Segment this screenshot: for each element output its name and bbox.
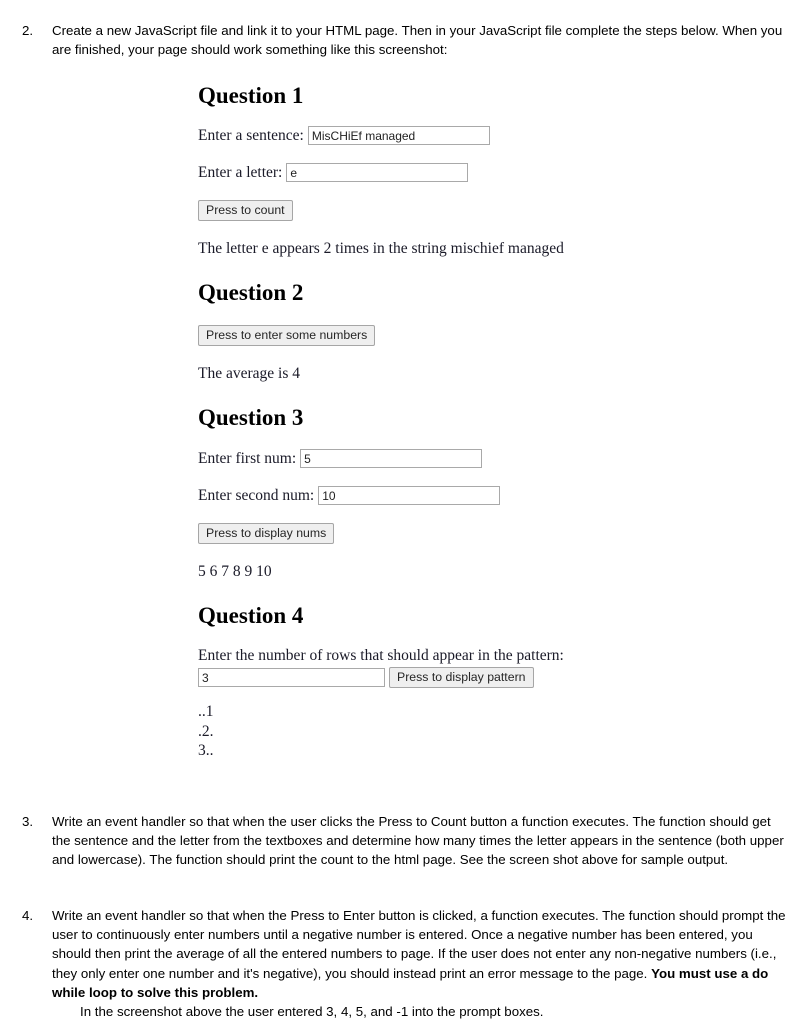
instruction-item-4: 4. Write an event handler so that when t… xyxy=(0,906,797,1021)
question-3-heading: Question 3 xyxy=(198,405,304,430)
sentence-input[interactable] xyxy=(307,126,490,145)
pattern-output: ..1 .2. 3.. xyxy=(198,704,618,759)
question-1-heading: Question 1 xyxy=(198,83,304,108)
press-to-display-pattern-button[interactable]: Press to display pattern xyxy=(389,667,534,688)
sentence-field-row: Enter a sentence: xyxy=(198,126,618,145)
question-1-output: The letter e appears 2 times in the stri… xyxy=(198,240,564,257)
pattern-line: 3.. xyxy=(198,742,214,759)
embedded-browser-screenshot: Question 1 Enter a sentence: Enter a let… xyxy=(198,80,618,759)
rows-label: Enter the number of rows that should app… xyxy=(198,647,564,664)
question-3-section: Question 3 Enter first num: Enter second… xyxy=(198,405,618,581)
second-num-input[interactable] xyxy=(318,486,501,505)
instruction-4-subline: In the screenshot above the user entered… xyxy=(80,1004,544,1020)
instruction-text-4: Write an event handler so that when the … xyxy=(52,906,797,1021)
instruction-number-3: 3. xyxy=(22,814,34,829)
letter-field-row: Enter a letter: xyxy=(198,163,618,182)
pattern-line: ..1 xyxy=(198,703,214,720)
letter-label: Enter a letter: xyxy=(198,164,283,181)
press-to-enter-row: Press to enter some numbers xyxy=(198,325,618,346)
instruction-number-2: 2. xyxy=(22,23,34,38)
instruction-item-2: 2. Create a new JavaScript file and link… xyxy=(0,21,797,59)
question-4-section: Question 4 Enter the number of rows that… xyxy=(198,603,618,759)
press-to-display-nums-button[interactable]: Press to display nums xyxy=(198,523,335,544)
press-to-count-button[interactable]: Press to count xyxy=(198,200,293,221)
instruction-item-3: 3. Write an event handler so that when t… xyxy=(0,812,797,870)
second-num-label: Enter second num: xyxy=(198,487,315,504)
press-to-display-nums-row: Press to display nums xyxy=(198,523,618,544)
sentence-label: Enter a sentence: xyxy=(198,127,304,144)
question-2-output: The average is 4 xyxy=(198,365,300,382)
instruction-text-2: Create a new JavaScript file and link it… xyxy=(52,23,783,58)
question-1-section: Question 1 Enter a sentence: Enter a let… xyxy=(198,83,618,258)
rows-input[interactable] xyxy=(198,668,385,687)
question-2-heading: Question 2 xyxy=(198,280,304,305)
instruction-number-4: 4. xyxy=(22,908,34,923)
first-num-label: Enter first num: xyxy=(198,450,297,467)
pattern-line: .2. xyxy=(198,722,214,740)
question-2-section: Question 2 Press to enter some numbers T… xyxy=(198,280,618,383)
instruction-text-3: Write an event handler so that when the … xyxy=(52,814,784,868)
press-to-enter-numbers-button[interactable]: Press to enter some numbers xyxy=(198,325,376,346)
rows-field-row: Press to display pattern xyxy=(198,667,618,688)
letter-input[interactable] xyxy=(286,163,469,182)
question-3-output: 5 6 7 8 9 10 xyxy=(198,563,272,580)
first-num-field-row: Enter first num: xyxy=(198,449,618,468)
question-4-heading: Question 4 xyxy=(198,603,304,628)
first-num-input[interactable] xyxy=(300,449,483,468)
second-num-field-row: Enter second num: xyxy=(198,486,618,505)
press-to-count-row: Press to count xyxy=(198,200,618,221)
